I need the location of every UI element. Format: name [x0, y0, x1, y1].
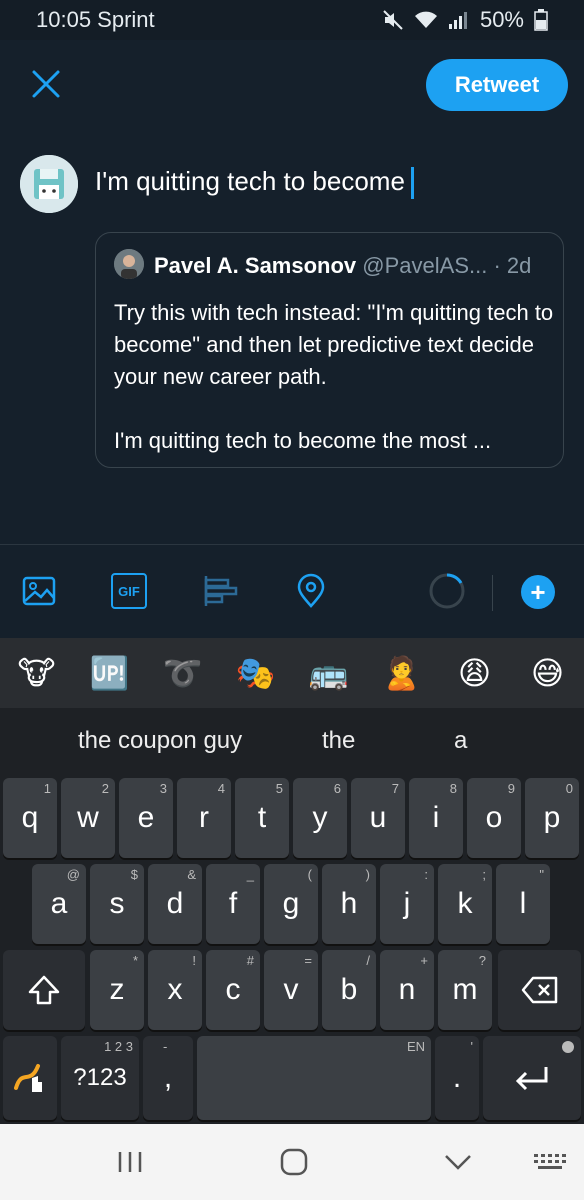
quoted-author-name: Pavel A. Samsonov	[154, 253, 357, 278]
battery-icon	[534, 9, 548, 31]
poll-icon[interactable]	[203, 573, 239, 609]
tweet-compose-input[interactable]: I'm quitting tech to become	[95, 166, 414, 200]
enter-key[interactable]	[483, 1036, 581, 1120]
quoted-tweet-paragraph: I'm quitting tech to become the most ...	[114, 428, 492, 453]
compose-header: Retweet	[0, 40, 584, 130]
key-q[interactable]: 1q	[3, 778, 57, 858]
quoted-tweet-paragraph: Try this with tech instead: "I'm quittin…	[114, 300, 554, 389]
key-v[interactable]: = v	[264, 950, 318, 1030]
word-suggestion-bar: the coupon guy the a	[0, 708, 584, 774]
emoji-suggestion-bar: 🐮 🆙 ➰ 🎭 🚌 🙎 😩 😅	[0, 638, 584, 708]
recent-apps-icon[interactable]	[112, 1146, 148, 1178]
person-avatar-icon	[114, 249, 144, 279]
emoji-cow[interactable]: 🐮	[12, 654, 62, 692]
period-key[interactable]: '.	[435, 1036, 479, 1120]
quoted-tweet-card[interactable]: Pavel A. Samsonov @PavelAS... · 2d Try t…	[95, 232, 564, 468]
mute-icon	[383, 10, 403, 30]
character-count-ring-icon	[429, 573, 465, 609]
signal-icon	[448, 12, 467, 29]
key-y[interactable]: 6y	[293, 778, 347, 858]
battery-text: 50%	[479, 7, 524, 32]
emoji-sweat-smile[interactable]: 😅	[523, 654, 573, 692]
emoji-loop[interactable]: ➰	[158, 654, 208, 692]
keyboard-toggle-icon[interactable]	[532, 1146, 568, 1178]
quoted-tweet-age: · 2d	[493, 253, 532, 278]
key-z[interactable]: * z	[90, 950, 144, 1030]
key-l[interactable]: " l	[496, 864, 550, 944]
emoji-weary-face[interactable]: 😩	[450, 654, 500, 692]
location-pin-icon[interactable]	[293, 573, 329, 609]
key-k[interactable]: ; k	[438, 864, 492, 944]
key-d[interactable]: & d	[148, 864, 202, 944]
quoted-author-avatar	[114, 249, 144, 279]
key-w[interactable]: 2w	[61, 778, 115, 858]
status-bar: 10:05 Sprint 50%	[0, 0, 584, 40]
quoted-tweet-header: Pavel A. Samsonov @PavelAS... · 2d	[154, 253, 531, 279]
status-time-carrier: 10:05 Sprint	[36, 7, 155, 32]
suggestion-2[interactable]: the	[322, 727, 355, 755]
key-g[interactable]: (g	[264, 864, 318, 944]
key-u[interactable]: 7u	[351, 778, 405, 858]
key-i[interactable]: 8i	[409, 778, 463, 858]
key-h[interactable]: ) h	[322, 864, 376, 944]
home-icon[interactable]	[276, 1146, 312, 1178]
key-e[interactable]: 3e	[119, 778, 173, 858]
key-b[interactable]: / b	[322, 950, 376, 1030]
key-s[interactable]: $ s	[90, 864, 144, 944]
key-j[interactable]: :j	[380, 864, 434, 944]
key-x[interactable]: ! x	[148, 950, 202, 1030]
key-p[interactable]: 0p	[525, 778, 579, 858]
suggestion-1[interactable]: the coupon guy	[78, 727, 242, 755]
image-icon[interactable]	[21, 573, 57, 609]
key-f[interactable]: _ f	[206, 864, 260, 944]
gif-button[interactable]: GIF	[111, 573, 147, 609]
user-avatar[interactable]	[20, 155, 78, 213]
key-n[interactable]: + n	[380, 950, 434, 1030]
key-m[interactable]: ? m	[438, 950, 492, 1030]
keyboard: 1q 2w 3e 4r 5t 6y 7u 8i 9o 0p @ a $ s & d _…	[0, 774, 584, 1124]
compose-toolbar: GIF	[0, 544, 584, 638]
key-c[interactable]: # c	[206, 950, 260, 1030]
suggestion-3[interactable]: a	[454, 727, 467, 755]
text-cursor	[410, 167, 414, 200]
emoji-up[interactable]: 🆙	[85, 654, 135, 692]
key-r[interactable]: 4r	[177, 778, 231, 858]
compose-text: I'm quitting tech to become	[95, 166, 405, 196]
enter-icon	[515, 1067, 548, 1091]
emoji-pouting-person[interactable]: 🙎	[377, 654, 427, 692]
retweet-button[interactable]: Retweet	[426, 59, 568, 111]
comma-key[interactable]: -,	[143, 1036, 193, 1120]
close-icon[interactable]	[26, 64, 66, 104]
key-a[interactable]: @ a	[32, 864, 86, 944]
status-icons: 50%	[382, 7, 548, 33]
emoji-bus[interactable]: 🚌	[304, 654, 354, 692]
key-t[interactable]: 5t	[235, 778, 289, 858]
quoted-tweet-body: Try this with tech instead: "I'm quittin…	[114, 297, 554, 457]
toolbar-divider	[492, 575, 493, 611]
backspace-key[interactable]	[498, 950, 581, 1030]
backspace-icon	[521, 976, 557, 1004]
swype-key[interactable]	[3, 1036, 57, 1120]
emoji-small-icon	[562, 1041, 574, 1053]
space-key[interactable]: EN	[197, 1036, 431, 1120]
add-tweet-button[interactable]: +	[521, 575, 555, 609]
back-chevron-icon[interactable]	[440, 1146, 476, 1178]
shift-icon	[28, 975, 60, 1005]
symbols-key[interactable]: 1 2 3 ?123	[61, 1036, 139, 1120]
floppy-disk-icon	[20, 155, 78, 213]
swype-hand-icon	[14, 1064, 42, 1092]
shift-key[interactable]	[3, 950, 85, 1030]
wifi-icon	[414, 11, 437, 28]
key-o[interactable]: 9o	[467, 778, 521, 858]
emoji-masks[interactable]: 🎭	[231, 654, 281, 692]
quoted-author-handle: @PavelAS...	[362, 253, 488, 278]
android-nav-bar	[0, 1124, 584, 1200]
